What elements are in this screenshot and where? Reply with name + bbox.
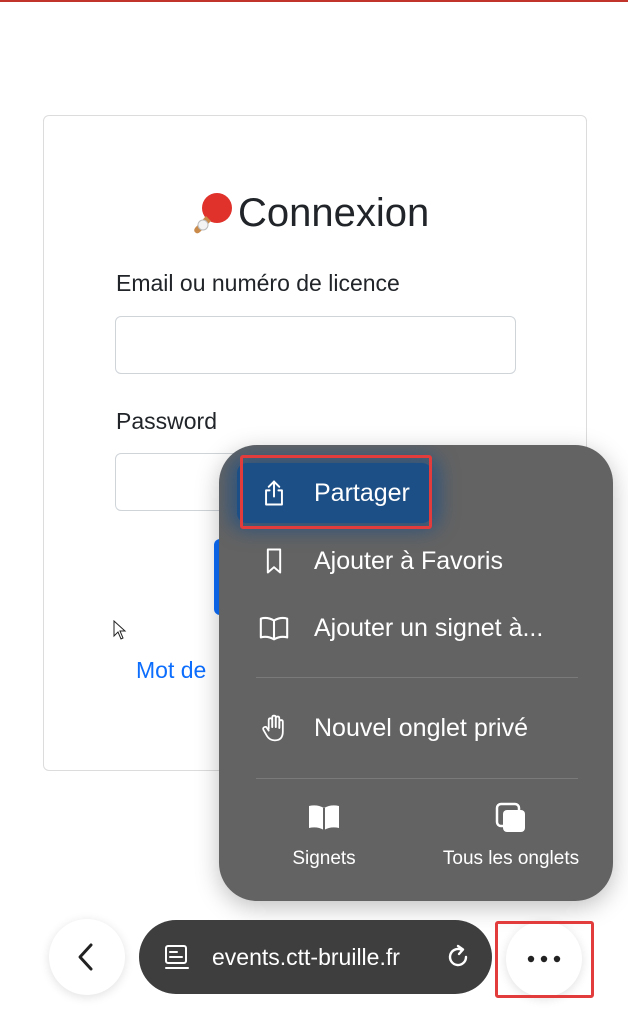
ping-pong-paddle-icon xyxy=(194,193,232,234)
menu-divider xyxy=(256,677,578,678)
tabs-icon xyxy=(495,802,525,832)
bookmark-icon xyxy=(257,544,291,578)
all-tabs-label: Tous les onglets xyxy=(442,848,580,869)
chevron-left-icon xyxy=(78,943,93,971)
address-bar[interactable]: events.ctt-bruille.fr xyxy=(139,920,492,994)
bookmarks-label: Signets xyxy=(292,848,356,869)
book-icon xyxy=(257,611,291,645)
top-accent-line xyxy=(0,0,628,2)
share-highlight-box xyxy=(240,455,432,529)
menu-item-add-favorites[interactable]: Ajouter à Favoris xyxy=(219,531,613,591)
more-highlight-box xyxy=(495,921,594,998)
email-label: Email ou numéro de licence xyxy=(116,270,400,296)
hand-icon xyxy=(257,711,291,745)
bookmarks-book-icon xyxy=(309,805,339,830)
menu-item-label: Ajouter un signet à... xyxy=(314,613,544,642)
menu-item-label: Nouvel onglet privé xyxy=(314,713,529,742)
menu-divider xyxy=(256,778,578,779)
forgot-password-link[interactable]: Mot de xyxy=(136,657,220,684)
page-title: Connexion xyxy=(190,185,429,241)
all-tabs-button[interactable]: Tous les onglets xyxy=(435,800,587,870)
reload-icon[interactable] xyxy=(444,943,472,971)
menu-item-add-bookmark[interactable]: Ajouter un signet à... xyxy=(219,598,613,658)
back-button[interactable] xyxy=(49,919,125,995)
password-label: Password xyxy=(116,408,217,434)
login-title-text: Connexion xyxy=(238,190,430,235)
menu-item-label: Ajouter à Favoris xyxy=(314,546,503,575)
url-text: events.ctt-bruille.fr xyxy=(212,943,400,970)
bookmarks-button[interactable]: Signets xyxy=(289,800,359,870)
page-settings-icon[interactable] xyxy=(163,943,191,971)
email-field[interactable] xyxy=(115,316,516,374)
menu-item-private-tab[interactable]: Nouvel onglet privé xyxy=(219,698,613,758)
mouse-cursor-icon xyxy=(113,620,127,640)
